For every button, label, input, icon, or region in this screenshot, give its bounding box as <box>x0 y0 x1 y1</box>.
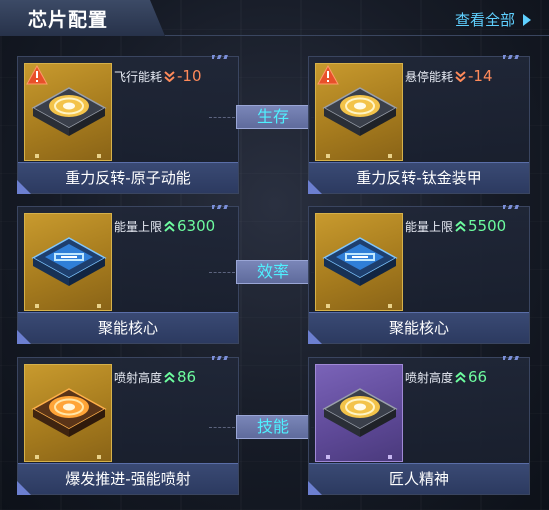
warning-icon <box>26 65 48 85</box>
chevron-up-double-icon <box>164 371 175 383</box>
chip-name: 重力反转-钛金装甲 <box>309 162 529 193</box>
chip-card-row3-right[interactable]: 喷射高度 66 匠人精神 <box>308 356 530 495</box>
chevron-right-icon <box>523 13 531 26</box>
chip-name: 匠人精神 <box>309 463 529 494</box>
corner-decoration <box>17 330 31 344</box>
chevron-down-double-icon <box>164 70 175 82</box>
warning-icon <box>317 65 339 85</box>
stat-label: 能量上限 <box>114 219 163 234</box>
view-all-label: 查看全部 <box>454 11 515 29</box>
corner-decoration <box>308 481 322 495</box>
category-label-survival: 生存 <box>209 105 337 129</box>
chip-card-row1-right[interactable]: 悬停能耗 -14 重力反转-钛金装甲 <box>308 55 530 194</box>
stat-line: 能量上限 6300 <box>114 217 215 235</box>
stat-value: 66 <box>468 368 488 386</box>
chevron-down-double-icon <box>455 70 466 82</box>
stat-label: 喷射高度 <box>114 370 163 385</box>
stat-line: 悬停能耗 -14 <box>405 67 493 85</box>
corner-decoration <box>503 55 521 59</box>
stat-line: 喷射高度 86 <box>114 368 196 386</box>
chevron-up-double-icon <box>455 220 466 232</box>
corner-decoration <box>308 180 322 194</box>
stat-line: 能量上限 5500 <box>405 217 506 235</box>
chip-name: 聚能核心 <box>18 312 238 343</box>
chip-icon <box>31 388 107 437</box>
corner-dot <box>326 455 330 459</box>
chip-icon <box>322 388 398 437</box>
corner-dot <box>35 154 39 158</box>
corner-dot <box>388 304 392 308</box>
corner-decoration <box>503 205 521 209</box>
corner-decoration <box>17 481 31 495</box>
stat-value: -10 <box>177 67 202 85</box>
category-label-efficiency: 效率 <box>209 260 337 284</box>
corner-decoration <box>17 180 31 194</box>
chip-icon <box>322 237 398 286</box>
corner-dot <box>97 455 101 459</box>
view-all-button[interactable]: 查看全部 <box>455 9 531 30</box>
chip-icon <box>31 237 107 286</box>
chip-icon <box>31 87 107 136</box>
stat-line: 飞行能耗 -10 <box>114 67 202 85</box>
category-label-skill: 技能 <box>209 415 337 439</box>
corner-decoration <box>212 356 230 360</box>
stat-value: 86 <box>177 368 197 386</box>
corner-dot <box>35 455 39 459</box>
stat-label: 喷射高度 <box>405 370 454 385</box>
chip-card-row3-left[interactable]: 喷射高度 86 爆发推进-强能喷射 <box>17 356 239 495</box>
stat-label: 能量上限 <box>405 219 454 234</box>
page-title: 芯片配置 <box>28 9 109 31</box>
chip-slot <box>315 364 403 462</box>
chip-icon <box>322 87 398 136</box>
corner-dot <box>388 455 392 459</box>
chip-name: 聚能核心 <box>309 312 529 343</box>
chip-name: 爆发推进-强能喷射 <box>18 463 238 494</box>
stat-label: 悬停能耗 <box>405 69 454 84</box>
chip-card-row1-left[interactable]: 飞行能耗 -10 重力反转-原子动能 <box>17 55 239 194</box>
corner-dot <box>326 154 330 158</box>
stat-label: 飞行能耗 <box>114 69 163 84</box>
header: 芯片配置 查看全部 <box>0 0 549 38</box>
chevron-up-double-icon <box>164 220 175 232</box>
chip-card-row2-left[interactable]: 能量上限 6300 聚能核心 <box>17 205 239 344</box>
chip-card-row2-right[interactable]: 能量上限 5500 聚能核心 <box>308 205 530 344</box>
stat-value: 5500 <box>468 217 507 235</box>
stat-line: 喷射高度 66 <box>405 368 487 386</box>
chip-slot <box>24 213 112 311</box>
stat-value: -14 <box>468 67 493 85</box>
corner-dot <box>97 304 101 308</box>
corner-decoration <box>503 356 521 360</box>
corner-decoration <box>212 55 230 59</box>
chip-name: 重力反转-原子动能 <box>18 162 238 193</box>
corner-dot <box>97 154 101 158</box>
corner-dot <box>35 304 39 308</box>
chevron-up-double-icon <box>455 371 466 383</box>
chip-slot <box>24 364 112 462</box>
chip-slot <box>315 213 403 311</box>
header-divider <box>165 35 549 36</box>
corner-decoration <box>212 205 230 209</box>
corner-dot <box>388 154 392 158</box>
corner-decoration <box>308 330 322 344</box>
corner-dot <box>326 304 330 308</box>
stat-value: 6300 <box>177 217 216 235</box>
